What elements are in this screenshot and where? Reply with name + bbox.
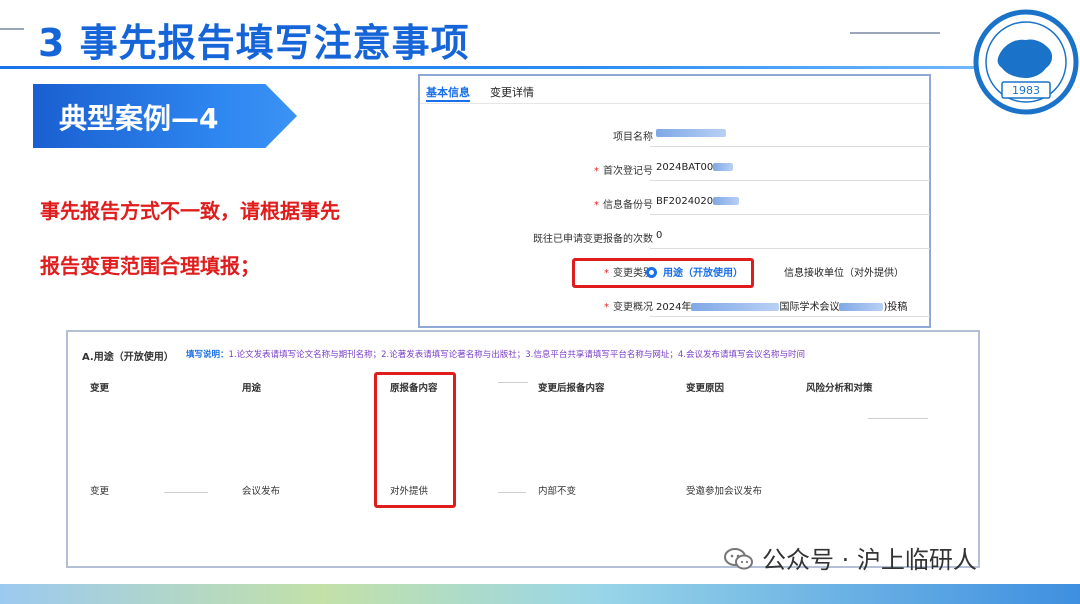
table-title: A.用途（开放使用） bbox=[82, 352, 174, 363]
slide-title: 3 事先报告填写注意事项 bbox=[38, 21, 470, 65]
case-label: 典型案例—4 bbox=[59, 102, 219, 135]
project-name-value[interactable] bbox=[656, 128, 726, 139]
change-detail-form: 基本信息 变更详情 项目名称 * 首次登记号 2024BAT00 * 信息备份号 B… bbox=[418, 74, 931, 328]
row-project-name: 项目名称 bbox=[420, 124, 930, 147]
prior-count-value[interactable]: 0 bbox=[656, 230, 662, 241]
change-table: A.用途（开放使用） 填写说明：1.论文发表请填写论文名称与期刊名称；2.论著发… bbox=[66, 330, 980, 568]
title-rule bbox=[0, 66, 975, 69]
institution-logo: 1983 bbox=[972, 8, 1080, 116]
tab-change-details[interactable]: 变更详情 bbox=[490, 84, 534, 100]
cell-new-content[interactable]: 内部不变 bbox=[538, 483, 576, 497]
case-banner: 典型案例—4 bbox=[33, 84, 297, 148]
row-change-summary: * 变更概况 2024年 国际学术会议)投稿 bbox=[420, 294, 930, 317]
change-summary-label: * 变更概况 bbox=[604, 302, 653, 313]
note-line-2: 报告变更范围合理填报； bbox=[40, 254, 260, 278]
wechat-icon bbox=[724, 548, 753, 570]
tab-basic-info[interactable]: 基本信息 bbox=[426, 84, 470, 102]
tab-divider bbox=[420, 103, 929, 104]
filing-no-label: * 信息备份号 bbox=[594, 200, 653, 211]
row-prior-count: 既往已申请变更报备的次数 0 bbox=[420, 226, 930, 249]
change-summary-value[interactable]: 2024年 国际学术会议)投稿 bbox=[656, 298, 907, 313]
cell-change: 变更 bbox=[90, 486, 110, 497]
highlight-change-type bbox=[572, 258, 754, 288]
header-new-content: 变更后报备内容 bbox=[538, 383, 605, 394]
row-filing-no: * 信息备份号 BF2024020 bbox=[420, 192, 930, 215]
fill-instructions: 填写说明：1.论文发表请填写论文名称与期刊名称；2.论著发表请填写论著名称与出版… bbox=[186, 350, 805, 360]
decor-dash bbox=[0, 28, 24, 30]
svg-text:1983: 1983 bbox=[1012, 84, 1040, 97]
footer-bar bbox=[0, 584, 1080, 604]
header-change-reason: 变更原因 bbox=[686, 383, 725, 394]
radio-external-provision[interactable]: 信息接收单位（对外提供） bbox=[784, 264, 904, 279]
redacted-mark bbox=[656, 129, 726, 137]
filing-no-value[interactable]: BF2024020 bbox=[656, 196, 740, 207]
prior-count-label: 既往已申请变更报备的次数 bbox=[533, 234, 653, 245]
highlight-original-content bbox=[374, 372, 456, 508]
first-reg-label: * 首次登记号 bbox=[594, 166, 653, 177]
note-line-1: 事先报告方式不一致，请根据事先 bbox=[40, 199, 340, 223]
row-first-reg: * 首次登记号 2024BAT00 bbox=[420, 158, 930, 181]
decor-dash bbox=[850, 32, 940, 34]
header-change: 变更 bbox=[90, 383, 110, 394]
watermark-text: 公众号 · 沪上临研人 bbox=[762, 546, 977, 574]
watermark: 公众号 · 沪上临研人 bbox=[724, 540, 977, 575]
header-usage: 用途 bbox=[242, 383, 262, 394]
header-risk-analysis: 风险分析和对策 bbox=[806, 383, 873, 394]
cell-change-reason[interactable]: 受邀参加会议发布 bbox=[686, 483, 762, 497]
project-name-label: 项目名称 bbox=[613, 132, 653, 143]
first-reg-value[interactable]: 2024BAT00 bbox=[656, 162, 734, 173]
cell-usage[interactable]: 会议发布 bbox=[242, 483, 280, 497]
